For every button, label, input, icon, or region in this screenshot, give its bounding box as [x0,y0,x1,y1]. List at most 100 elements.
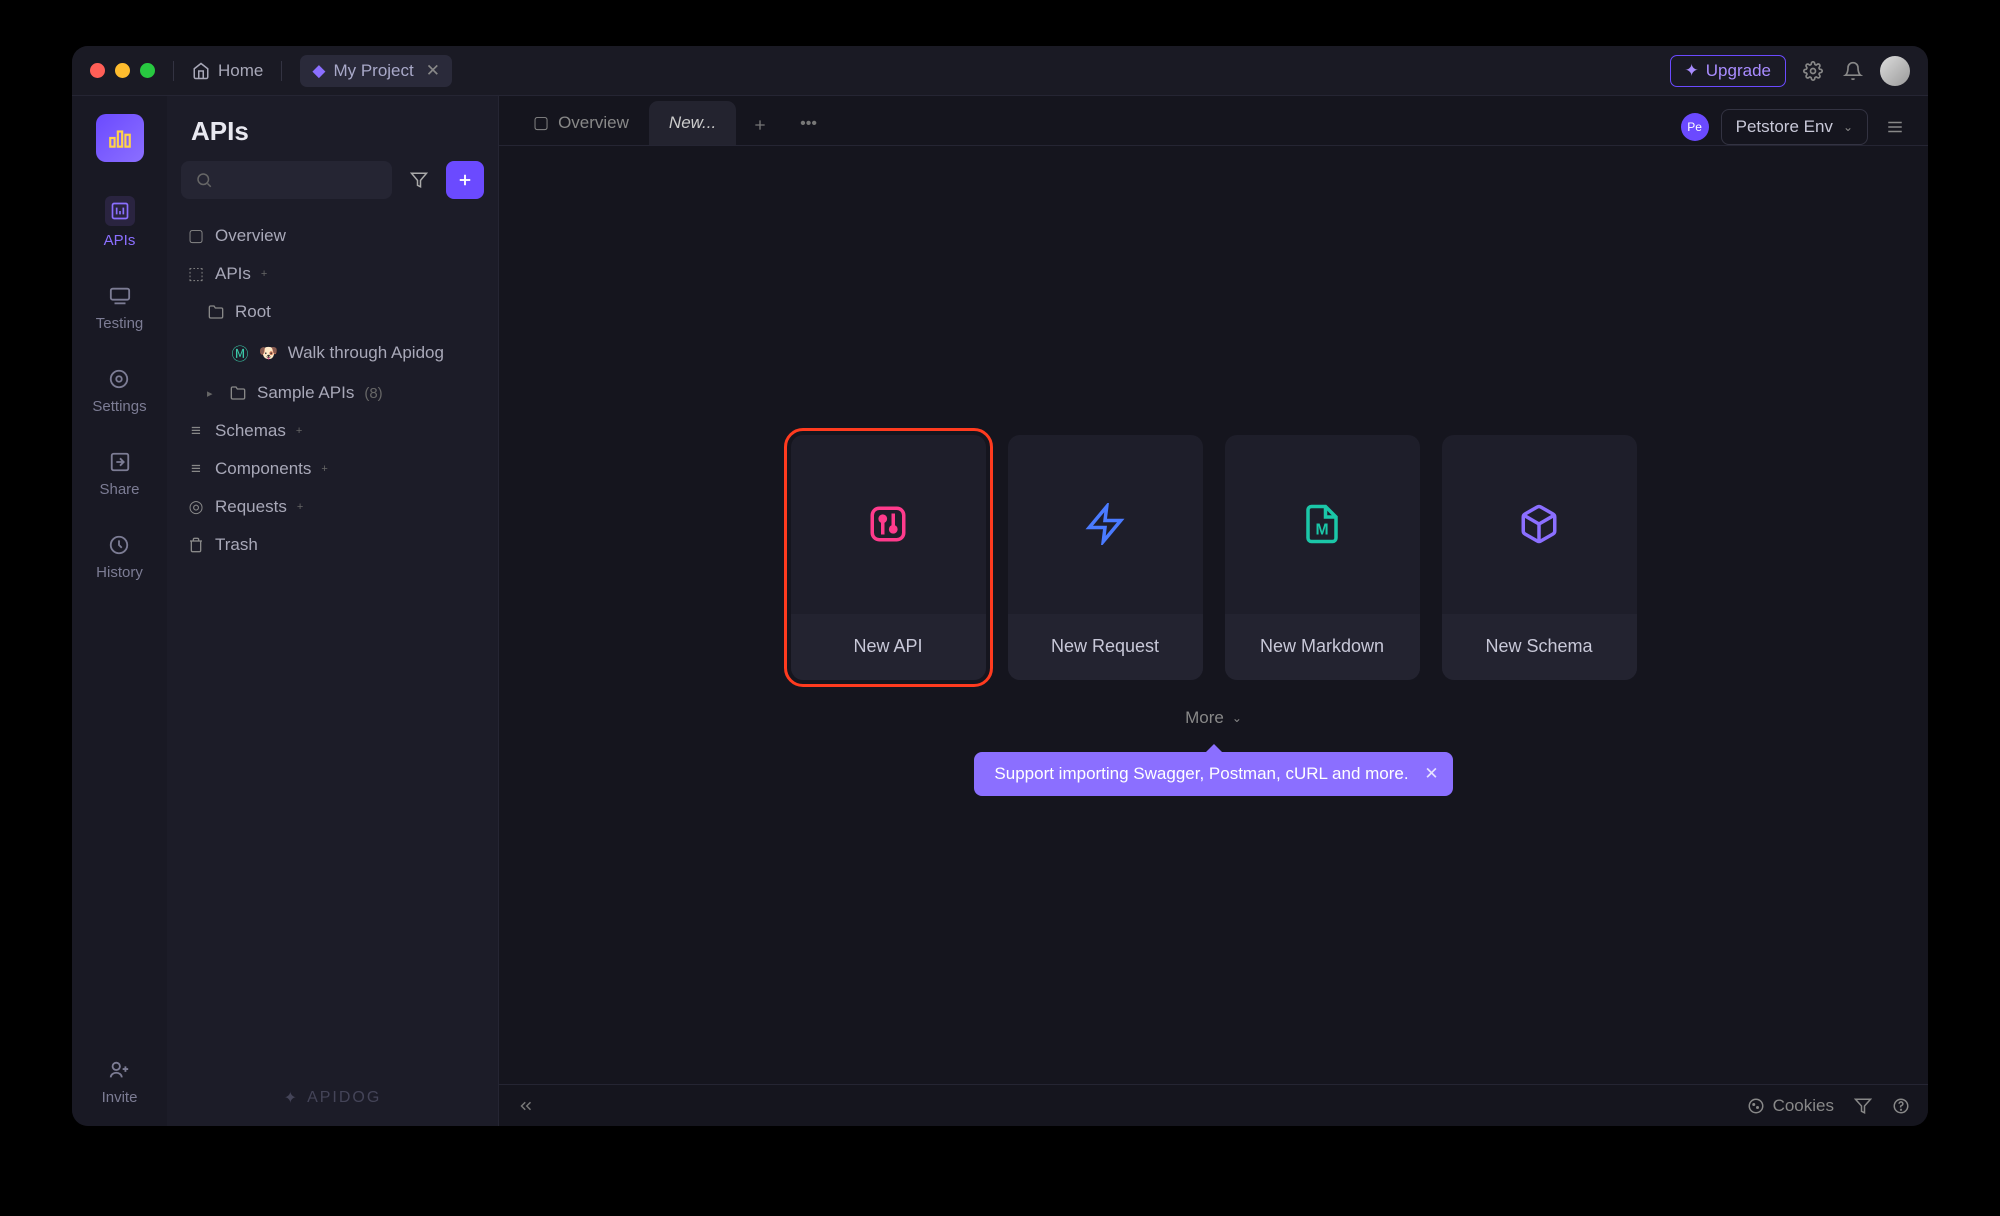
plus-small-icon[interactable]: + [261,268,273,280]
tree-schemas[interactable]: ≡ Schemas + [167,412,498,450]
rail-testing[interactable]: Testing [96,283,144,332]
tab-more-button[interactable]: ••• [784,103,833,145]
rail-testing-label: Testing [96,315,144,332]
api-folder-icon: ⬚ [187,264,205,284]
new-markdown-label: New Markdown [1225,614,1420,680]
tree-root[interactable]: Root [167,293,498,331]
lightning-icon [1084,503,1126,545]
maximize-window-button[interactable] [140,63,155,78]
plus-small-icon[interactable]: + [297,501,309,513]
home-label: Home [218,61,263,81]
tree-sample-label: Sample APIs [257,383,354,403]
tree-schemas-label: Schemas [215,421,286,441]
home-button[interactable]: Home [192,61,263,81]
components-icon: ≡ [187,459,205,479]
chevron-down-icon: ⌄ [1843,120,1853,134]
more-button[interactable]: More ⌄ [1185,708,1242,728]
rail-invite-label: Invite [102,1089,138,1106]
user-avatar[interactable] [1880,56,1910,86]
folder-icon [229,385,247,401]
folder-icon [207,304,225,320]
chevron-down-icon: ⌄ [1232,711,1242,725]
plus-small-icon[interactable]: + [321,463,333,475]
cookie-icon [1747,1097,1765,1115]
panel-toggle-button[interactable] [1880,112,1910,142]
bell-icon [1843,61,1863,81]
sidebar-toolbar [167,161,498,213]
more-label: More [1185,708,1224,728]
overview-tab-icon: ▢ [533,113,549,133]
more-dots-icon: ••• [800,115,817,132]
tree-sample[interactable]: ▸ Sample APIs (8) [167,374,498,412]
tree-walk[interactable]: Ⓜ 🐶 Walk through Apidog [167,331,498,374]
rail-invite[interactable]: Invite [102,1057,138,1106]
tab-overview[interactable]: ▢ Overview [513,101,649,145]
notifications-button[interactable] [1840,58,1866,84]
tree-trash[interactable]: Trash [167,526,498,564]
tree-apis[interactable]: ⬚ APIs + [167,255,498,293]
brand-text: APIDOG [307,1089,381,1107]
new-request-label: New Request [1008,614,1203,680]
search-icon [195,171,213,189]
new-request-card[interactable]: New Request [1008,435,1203,680]
tree-walk-label: Walk through Apidog [288,343,444,363]
help-button[interactable] [1892,1097,1910,1115]
sparkle-icon: ✦ [1685,61,1699,81]
tree-apis-label: APIs [215,264,251,284]
new-tab-button[interactable] [736,105,784,145]
tip-close-button[interactable]: ✕ [1424,764,1438,784]
project-icon: ◆ [312,61,325,81]
collapse-sidebar-button[interactable] [517,1097,535,1115]
overview-icon: ▢ [187,226,205,246]
tab-new[interactable]: New... [649,101,736,145]
tree-trash-label: Trash [215,535,258,555]
trash-icon [187,537,205,553]
tree-requests[interactable]: ◎ Requests + [167,488,498,526]
tree-components[interactable]: ≡ Components + [167,450,498,488]
titlebar: Home ◆ My Project ✕ ✦ Upgrade [72,46,1928,96]
new-markdown-card[interactable]: M New Markdown [1225,435,1420,680]
close-project-icon[interactable]: ✕ [426,61,440,81]
upgrade-label: Upgrade [1706,61,1771,81]
sidebar-brand: ✦ APIDOG [167,1070,498,1126]
gear-icon [1803,61,1823,81]
tree-overview[interactable]: ▢ Overview [167,217,498,255]
chevrons-left-icon [517,1097,535,1115]
history-icon [106,532,132,558]
extensions-button[interactable] [1854,1097,1872,1115]
rail-share[interactable]: Share [99,449,139,498]
env-selector[interactable]: Petstore Env ⌄ [1721,109,1868,145]
separator [281,61,282,81]
filter-button[interactable] [400,161,438,199]
app-logo[interactable] [96,114,144,162]
rail-history[interactable]: History [96,532,143,581]
add-button[interactable] [446,161,484,199]
rail-settings[interactable]: Settings [92,366,146,415]
filter-icon [410,171,428,189]
share-icon [107,449,133,475]
new-schema-card[interactable]: New Schema [1442,435,1637,680]
nav-rail: APIs Testing Settings Share [72,96,167,1126]
tree-components-label: Components [215,459,311,479]
project-tab[interactable]: ◆ My Project ✕ [300,55,452,87]
tab-overview-label: Overview [558,113,629,133]
new-api-card[interactable]: New API [791,435,986,680]
upgrade-button[interactable]: ✦ Upgrade [1670,55,1786,87]
apis-icon [105,196,135,226]
project-name: My Project [333,61,413,81]
new-api-label: New API [791,614,986,680]
tip-text: Support importing Swagger, Postman, cURL… [994,764,1408,784]
env-badge[interactable]: Pe [1681,113,1709,141]
window-controls [90,63,155,78]
rail-apis[interactable]: APIs [104,196,136,249]
minimize-window-button[interactable] [115,63,130,78]
settings-rail-icon [106,366,132,392]
close-window-button[interactable] [90,63,105,78]
settings-button[interactable] [1800,58,1826,84]
statusbar: Cookies [499,1084,1928,1126]
main-area: ▢ Overview New... ••• Pe Petstore Env ⌄ [499,96,1928,1126]
cookies-button[interactable]: Cookies [1747,1096,1834,1116]
chevron-right-icon: ▸ [207,387,219,400]
search-input[interactable] [181,161,392,199]
plus-small-icon[interactable]: + [296,425,308,437]
